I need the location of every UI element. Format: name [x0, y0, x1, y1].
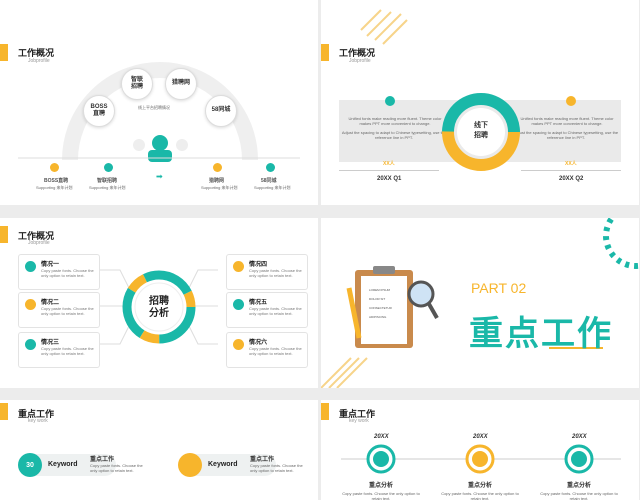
left-divider	[339, 170, 439, 171]
city58-icon	[266, 163, 275, 172]
team-icon	[25, 339, 36, 350]
card-desc: Copy paste fonts. Choose the only option…	[249, 306, 302, 316]
slide-work-overview-offline[interactable]: 工作概况 Jobprofile Unified fonts make readi…	[321, 0, 639, 205]
worker-icon	[233, 261, 244, 272]
left-text-2: Adjust the spacing to adapt to Chinese t…	[341, 130, 447, 140]
left-info-icon	[385, 96, 395, 106]
right-text-2: Adjust the spacing to adapt to Chinese t…	[513, 130, 619, 140]
row-label-58: 58同城	[261, 178, 277, 184]
right-text-1: Unified fonts make reading more fluent. …	[520, 116, 614, 126]
keyword-label: Keyword	[48, 461, 78, 468]
card-desc: Copy paste fonts. Choose the only option…	[249, 346, 302, 356]
year-label: 20XX	[374, 434, 389, 440]
checklist-item: CONSECTETUR	[369, 306, 392, 310]
row-label-boss: BOSS直聘	[44, 178, 69, 184]
item-desc: Copy paste fonts. Choose the only option…	[250, 463, 303, 473]
card-title: 情况四	[249, 262, 268, 268]
center-label: 线下 招聘	[474, 122, 488, 139]
card-case-2[interactable]: 情况二 Copy paste fonts. Choose the only op…	[18, 292, 100, 328]
slide-recruitment-analysis[interactable]: 工作概况 Jobprofile 招聘 分析 情况一 Copy paste fon…	[0, 218, 318, 388]
row-desc: Supporting 来年计划	[36, 185, 73, 190]
row-desc: Supporting 来年计划	[89, 185, 126, 190]
card-title: 情况六	[249, 340, 268, 346]
card-case-4[interactable]: 情况四 Copy paste fonts. Choose the only op…	[226, 254, 308, 290]
arrow-right-icon: ➡	[156, 172, 163, 181]
checklist-item: DOLOR SIT	[369, 297, 386, 301]
row-desc: Supporting 来年计划	[254, 185, 291, 190]
card-case-5[interactable]: 情况五 Copy paste fonts. Choose the only op…	[226, 292, 308, 328]
card-title: 情况五	[249, 300, 268, 306]
card-desc: Copy paste fonts. Choose the only option…	[249, 268, 302, 278]
coins-icon	[233, 339, 244, 350]
center-caption: 线上平台招聘情况	[138, 105, 170, 110]
right-period: 20XX Q2	[559, 176, 584, 182]
bubble-liepin: 猎聘网	[165, 68, 197, 100]
boss-icon	[50, 163, 59, 172]
slide-key-work-keywords[interactable]: 重点工作 key work 30 Keyword 重点工作 Copy paste…	[0, 400, 318, 500]
user-icon	[25, 299, 36, 310]
checklist-item: LOREM IPSUM	[369, 288, 391, 292]
year-label: 20XX	[473, 434, 488, 440]
right-divider	[521, 170, 621, 171]
header-accent-bar	[321, 44, 329, 61]
check-icon	[178, 453, 202, 477]
zhilian-icon	[104, 163, 113, 172]
card-title: 情况二	[41, 300, 60, 306]
bubble-58: 58同城	[205, 95, 237, 127]
year-label: 20XX	[572, 434, 587, 440]
card-desc: Copy paste fonts. Choose the only option…	[41, 268, 94, 278]
keyword-label: Keyword	[208, 461, 238, 468]
analysis-desc: Copy paste fonts. Choose the only option…	[342, 491, 420, 500]
calendar-icon: 30	[18, 453, 42, 477]
card-case-3[interactable]: 情况三 Copy paste fonts. Choose the only op…	[18, 332, 100, 368]
item-desc: Copy paste fonts. Choose the only option…	[90, 463, 143, 473]
left-period: 20XX Q1	[377, 176, 402, 182]
section-headline: 重点工作	[469, 315, 613, 353]
slide-work-overview-online[interactable]: 工作概况 Jobprofile BOSS 直聘 智联 招聘 猎聘网 58同城 线…	[0, 0, 318, 205]
row-label-liepin: 猎聘网	[209, 178, 225, 184]
person-icon	[25, 261, 36, 272]
right-count: XX人	[565, 161, 577, 167]
left-text-1: Unified fonts make reading more fluent. …	[348, 116, 442, 126]
slide-subtitle: key work	[28, 418, 48, 424]
card-title: 情况三	[41, 340, 60, 346]
card-desc: Copy paste fonts. Choose the only option…	[41, 346, 94, 356]
bubble-zhilian: 智联 招聘	[121, 68, 153, 100]
card-case-6[interactable]: 情况六 Copy paste fonts. Choose the only op…	[226, 332, 308, 368]
analysis-label: 重点分析	[567, 483, 592, 489]
analysis-desc: Copy paste fonts. Choose the only option…	[441, 491, 519, 500]
row-label-zhilian: 智联招聘	[97, 178, 118, 184]
bubble-boss: BOSS 直聘	[83, 95, 115, 127]
center-label: 招聘 分析	[149, 296, 169, 319]
liepin-icon	[213, 163, 222, 172]
checklist: LOREM IPSUM DOLOR SIT CONSECTETUR ADIPIS…	[369, 286, 392, 322]
item-title: 重点工作	[250, 457, 275, 463]
row-desc: Supporting 来年计划	[201, 185, 238, 190]
chat-icon	[233, 299, 244, 310]
left-count: XX人	[383, 161, 395, 167]
slide-key-work-timeline[interactable]: 重点工作 key work 20XX 20XX 20XX 重点分析 重点分析 重…	[321, 400, 639, 500]
header-accent-bar	[0, 403, 8, 420]
card-title: 情况一	[41, 262, 60, 268]
card-case-1[interactable]: 情况一 Copy paste fonts. Choose the only op…	[18, 254, 100, 290]
checklist-item: ADIPISCING	[369, 315, 387, 319]
item-title: 重点工作	[90, 457, 115, 463]
analysis-label: 重点分析	[468, 483, 493, 489]
card-desc: Copy paste fonts. Choose the only option…	[41, 306, 94, 316]
slide-part02-cover[interactable]: LOREM IPSUM DOLOR SIT CONSECTETUR ADIPIS…	[321, 218, 639, 388]
analysis-desc: Copy paste fonts. Choose the only option…	[540, 491, 618, 500]
part-label: PART 02	[471, 280, 527, 296]
slide-subtitle: Jobprofile	[349, 58, 371, 64]
right-info-icon	[566, 96, 576, 106]
analysis-label: 重点分析	[369, 483, 394, 489]
